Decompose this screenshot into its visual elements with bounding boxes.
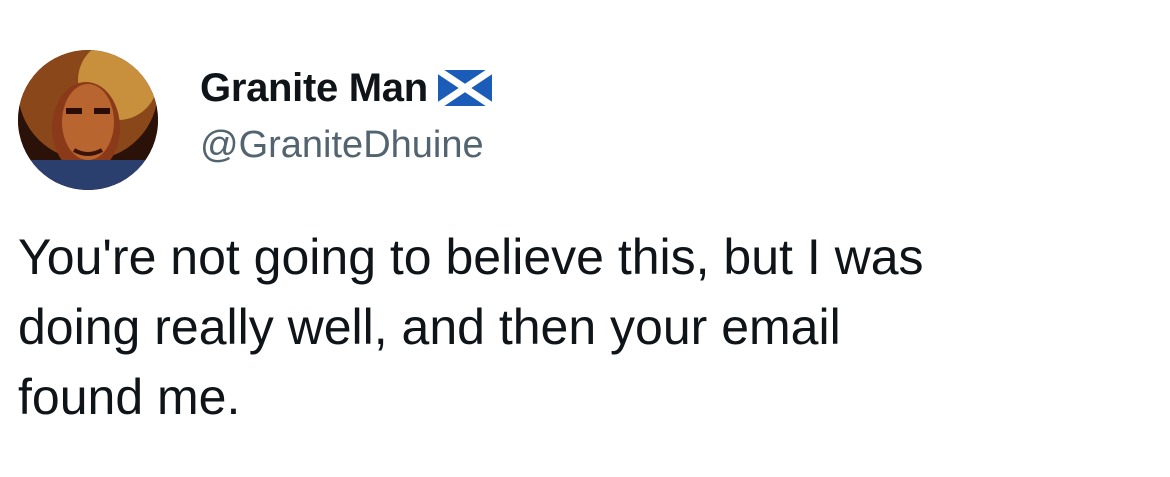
user-handle[interactable]: @GraniteDhuine — [200, 124, 492, 167]
scotland-flag-icon — [437, 70, 492, 106]
tweet-card: Granite Man @GraniteDhuine You're not go… — [0, 0, 1170, 477]
tweet-text: You're not going to believe this, but I … — [18, 229, 924, 425]
avatar-image — [18, 50, 158, 190]
author-block: Granite Man @GraniteDhuine — [200, 62, 492, 167]
avatar[interactable] — [18, 50, 158, 190]
name-row: Granite Man — [200, 62, 492, 114]
display-name[interactable]: Granite Man — [200, 66, 428, 111]
